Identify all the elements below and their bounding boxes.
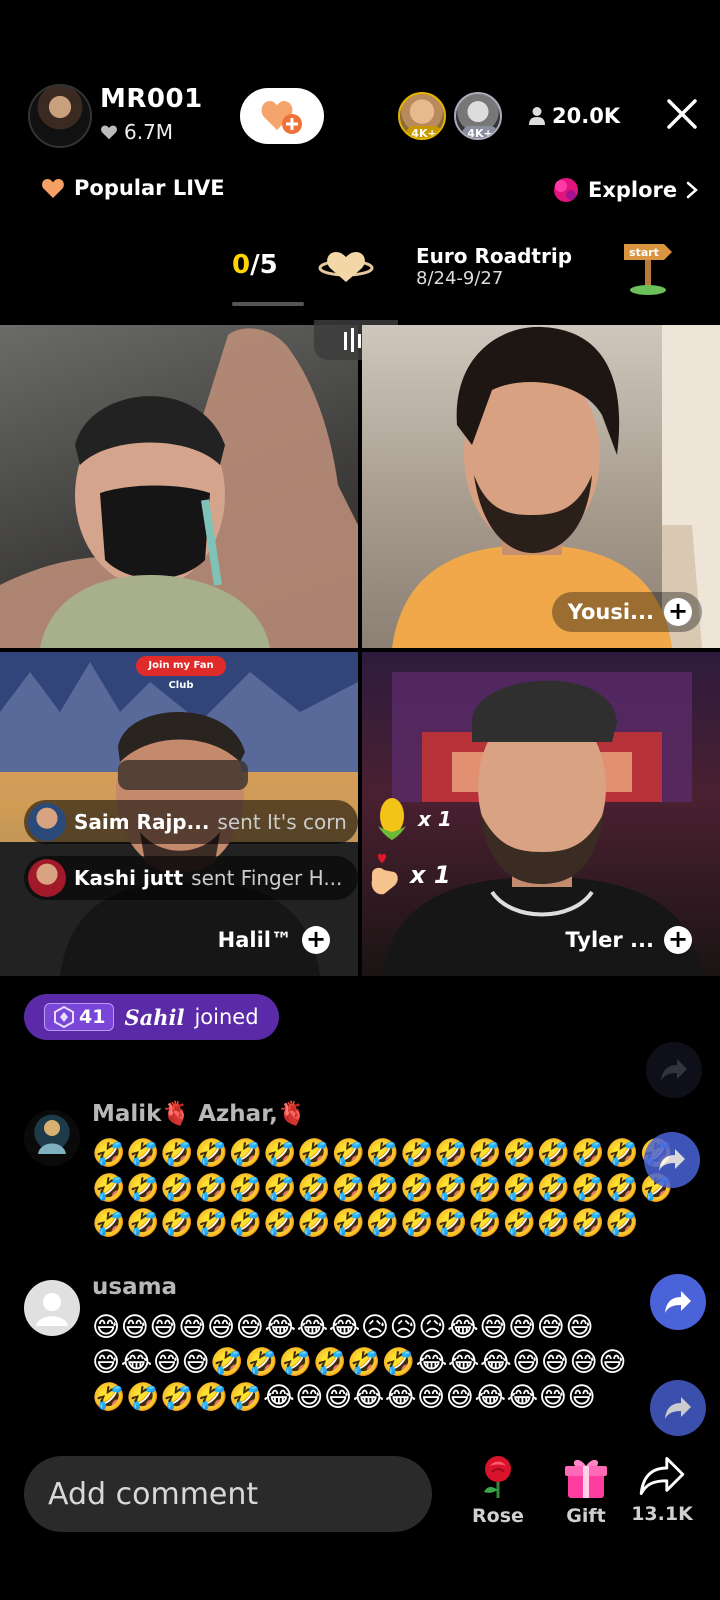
- gift-text: sent It's corn: [217, 810, 347, 834]
- sender-avatar: [28, 859, 66, 897]
- share-comment-button[interactable]: [650, 1274, 706, 1330]
- rose-button[interactable]: Rose: [458, 1454, 538, 1527]
- top-viewer-avatar-1[interactable]: 4K+: [398, 92, 446, 140]
- comment-text: 🤣🤣🤣🤣🤣🤣🤣🤣🤣🤣🤣🤣🤣🤣🤣🤣🤣 🤣🤣🤣🤣🤣🤣🤣🤣🤣🤣🤣🤣🤣🤣🤣🤣🤣 🤣🤣🤣🤣…: [92, 1136, 692, 1241]
- gift-label: Gift: [566, 1505, 606, 1527]
- add-comment-input[interactable]: [24, 1456, 432, 1532]
- joined-text: joined: [194, 1005, 259, 1029]
- heart-plus-icon: [261, 101, 302, 134]
- comment-line: 🤣🤣🤣🤣🤣🤣🤣🤣🤣🤣🤣🤣🤣🤣🤣🤣🤣: [92, 1173, 674, 1204]
- viewer-rank-badge: 4K+: [406, 126, 442, 138]
- viewer-rank-badge: 4K+: [462, 126, 498, 138]
- top-viewer-avatar-2[interactable]: 4K+: [454, 92, 502, 140]
- avatar-art: [38, 1120, 66, 1154]
- explore-label: Explore: [588, 178, 678, 202]
- progress-indicator: [232, 302, 304, 306]
- guest-name: Yousi...: [567, 600, 654, 624]
- event-dates: 8/24-9/27: [416, 268, 504, 289]
- gift-message[interactable]: Kashi jutt sent Finger H...: [24, 856, 358, 900]
- comment-line: 🤣🤣🤣🤣🤣😂😅😅😂😂😅😅😂😂😅😅: [92, 1382, 597, 1413]
- host-avatar[interactable]: [28, 84, 92, 148]
- viewer-count[interactable]: 20.0K: [528, 104, 620, 128]
- follow-plus-icon[interactable]: +: [664, 598, 692, 626]
- heart-icon: [42, 179, 64, 198]
- comment-line: 🤣🤣🤣🤣🤣🤣🤣🤣🤣🤣🤣🤣🤣🤣🤣🤣🤣: [92, 1138, 674, 1169]
- corn-icon: [378, 798, 406, 840]
- likes-count: 6.7M: [124, 120, 174, 144]
- default-avatar-icon: [36, 1293, 68, 1326]
- share-comment-button[interactable]: [650, 1380, 706, 1436]
- gift-message[interactable]: Saim Rajp... sent It's corn: [24, 800, 358, 844]
- gift-count: x 1: [410, 861, 451, 889]
- planet-icon[interactable]: [318, 246, 374, 290]
- host-name[interactable]: MR001: [100, 84, 203, 114]
- guest-name-pill[interactable]: Halil™ +: [202, 920, 340, 960]
- sender-name: Kashi jutt: [74, 866, 184, 890]
- share-arrow-icon: [639, 1456, 685, 1496]
- progress-total: /5: [250, 250, 278, 280]
- follow-button[interactable]: [240, 88, 324, 144]
- viewer-count-text: 20.0K: [552, 104, 621, 128]
- share-comment-button[interactable]: [644, 1132, 700, 1188]
- gift-count: x 1: [418, 807, 452, 831]
- gift-box-icon: [565, 1459, 607, 1498]
- fan-club-banner[interactable]: Join my Fan Club: [136, 656, 226, 691]
- follow-plus-icon[interactable]: +: [302, 926, 330, 954]
- start-signpost-icon[interactable]: start: [622, 238, 674, 296]
- close-icon[interactable]: [664, 96, 700, 132]
- gift-combo: x 1: [372, 796, 452, 842]
- share-arrow-icon: [665, 1397, 691, 1419]
- share-arrow-icon: [665, 1291, 691, 1313]
- guest-name-pill[interactable]: Yousi... +: [551, 592, 702, 632]
- person-icon: [529, 107, 545, 125]
- guest-name: Tyler ...: [565, 928, 654, 952]
- level-gem-icon: [54, 1006, 74, 1028]
- commenter-name[interactable]: Malik🫀 Azhar,🫀: [92, 1100, 307, 1127]
- follow-plus-icon[interactable]: +: [664, 926, 692, 954]
- video-host[interactable]: [0, 325, 358, 648]
- rose-label: Rose: [472, 1505, 524, 1527]
- joined-user: Sahil: [124, 1004, 185, 1030]
- popular-live-link[interactable]: Popular LIVE: [40, 176, 225, 200]
- host-likes: 6.7M: [100, 120, 173, 144]
- sender-name: Saim Rajp...: [74, 810, 210, 834]
- chevron-right-icon: [686, 181, 699, 199]
- share-arrow-icon: [659, 1149, 685, 1171]
- commenter-avatar[interactable]: [24, 1280, 80, 1336]
- guest-name: Halil™: [217, 928, 292, 952]
- video-guest-1[interactable]: Yousi... +: [362, 325, 720, 648]
- explore-blob-icon: [554, 178, 578, 202]
- comment-line: 😅😂😅😅🤣🤣🤣🤣🤣🤣😂😂😂😅😅😅😅: [92, 1347, 628, 1378]
- guest-name-pill[interactable]: Tyler ... +: [549, 920, 702, 960]
- share-comment-button[interactable]: [646, 1042, 702, 1098]
- event-title[interactable]: Euro Roadtrip: [416, 244, 572, 268]
- host-video-frame: [0, 328, 358, 648]
- gift-text: sent Finger H...: [191, 866, 343, 890]
- share-button[interactable]: 13.1K: [622, 1454, 702, 1525]
- share-count: 13.1K: [631, 1503, 693, 1525]
- popular-live-label: Popular LIVE: [74, 176, 225, 200]
- explore-link[interactable]: Explore: [552, 176, 699, 204]
- share-arrow-icon: [661, 1059, 687, 1081]
- gift-button[interactable]: Gift: [546, 1454, 626, 1527]
- comment-line: 🤣🤣🤣🤣🤣🤣🤣🤣🤣🤣🤣🤣🤣🤣🤣🤣: [92, 1208, 640, 1239]
- event-progress[interactable]: 0/5: [232, 250, 278, 280]
- sender-avatar: [28, 803, 66, 841]
- heart-icon: [101, 125, 117, 140]
- join-notification: 41 Sahil joined: [24, 994, 279, 1040]
- level-number: 41: [79, 1006, 106, 1028]
- gift-combo: x 1: [366, 852, 451, 898]
- finger-heart-icon: [371, 853, 398, 895]
- progress-current: 0: [232, 250, 251, 280]
- sign-text: start: [629, 246, 659, 259]
- commenter-name[interactable]: usama: [92, 1274, 177, 1300]
- level-badge: 41: [44, 1003, 115, 1031]
- rose-icon: [484, 1456, 511, 1498]
- comment-line: 😅😅😅😅😅😅😂😂😂😥😥😥😂😅😅😅😅: [92, 1312, 595, 1343]
- commenter-avatar[interactable]: [24, 1110, 80, 1166]
- comment-text: 😅😅😅😅😅😅😂😂😂😥😥😥😂😅😅😅😅 😅😂😅😅🤣🤣🤣🤣🤣🤣😂😂😂😅😅😅😅 🤣🤣🤣🤣…: [92, 1310, 692, 1415]
